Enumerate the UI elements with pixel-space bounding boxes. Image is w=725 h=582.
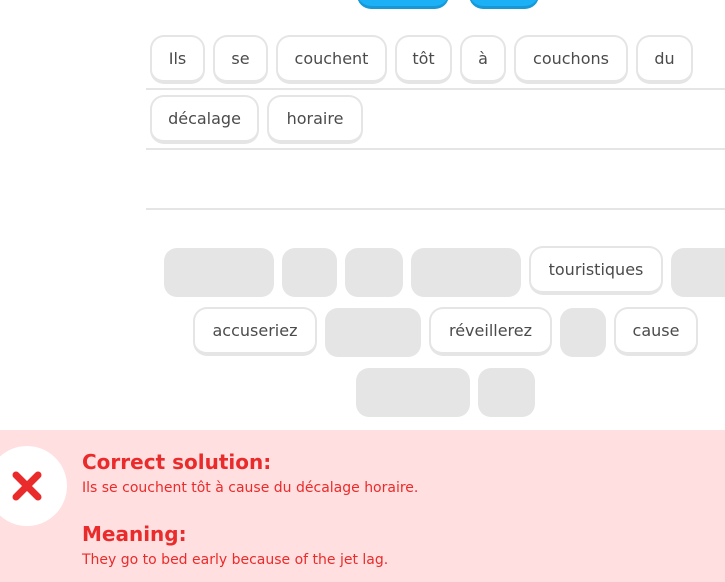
- word-bank-chip[interactable]: cause: [614, 307, 698, 356]
- correct-solution-heading: Correct solution:: [82, 450, 272, 474]
- empty-slot: [164, 248, 274, 297]
- answer-chip[interactable]: tôt: [395, 35, 452, 84]
- answer-chip[interactable]: à: [460, 35, 506, 84]
- word-bank-chip[interactable]: accuseriez: [193, 307, 317, 356]
- incorrect-badge: [0, 446, 67, 526]
- answer-chip[interactable]: couchent: [276, 35, 387, 84]
- answer-chip[interactable]: couchons: [514, 35, 628, 84]
- feedback-panel: Correct solution: Ils se couchent tôt à …: [0, 430, 725, 582]
- answer-chip[interactable]: se: [213, 35, 268, 84]
- empty-slot: [478, 368, 535, 417]
- word-bank-chip[interactable]: réveillerez: [429, 307, 552, 356]
- meaning-text: They go to bed early because of the jet …: [82, 552, 389, 568]
- meaning-heading: Meaning:: [82, 522, 187, 546]
- word-bank-chip[interactable]: touristiques: [529, 246, 663, 295]
- empty-slot: [345, 248, 403, 297]
- answer-chip[interactable]: décalage: [150, 95, 259, 144]
- empty-slot: [671, 248, 725, 297]
- answer-chip[interactable]: du: [636, 35, 693, 84]
- answer-line: [146, 148, 725, 150]
- answer-line: [146, 88, 725, 90]
- top-button-left[interactable]: [357, 0, 449, 6]
- answer-chip[interactable]: Ils: [150, 35, 205, 84]
- top-button-right[interactable]: [469, 0, 539, 6]
- correct-solution-text: Ils se couchent tôt à cause du décalage …: [82, 480, 419, 496]
- answer-chip[interactable]: horaire: [267, 95, 363, 144]
- empty-slot: [560, 308, 606, 357]
- answer-line: [146, 208, 725, 210]
- empty-slot: [356, 368, 470, 417]
- empty-slot: [282, 248, 337, 297]
- empty-slot: [411, 248, 521, 297]
- close-icon: [12, 471, 42, 501]
- empty-slot: [325, 308, 421, 357]
